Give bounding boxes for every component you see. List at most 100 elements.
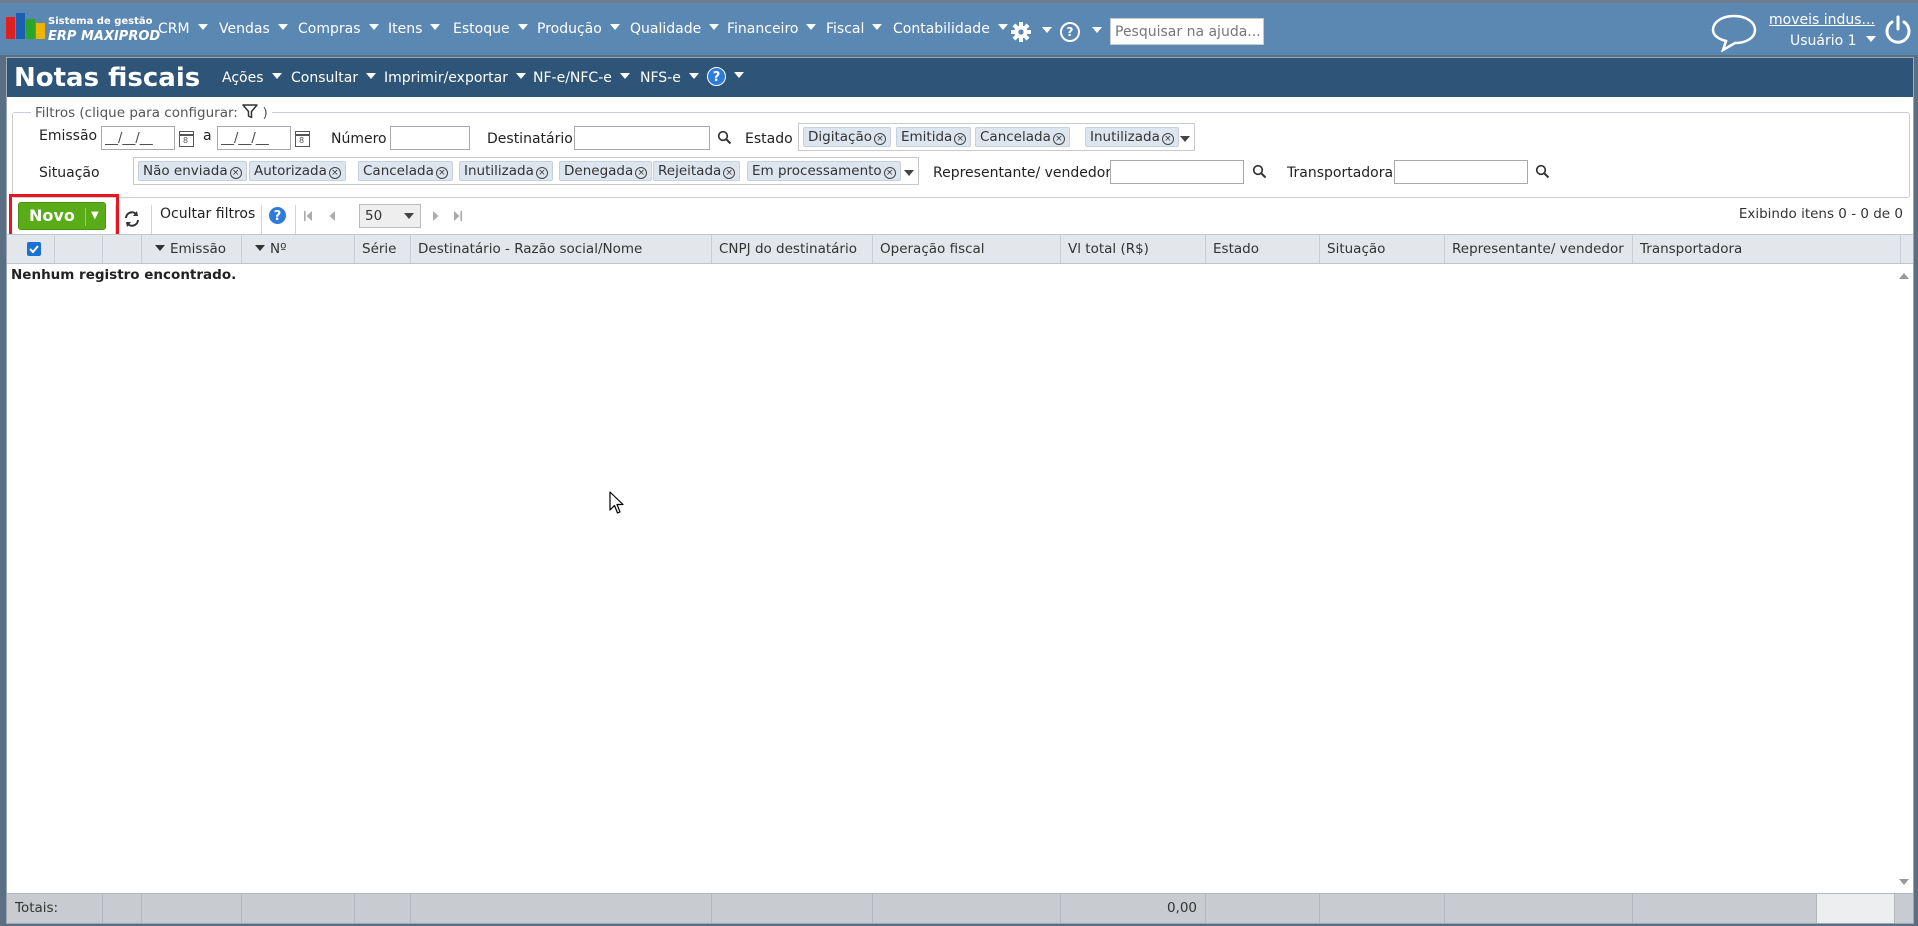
situacao-multiselect[interactable]: Não enviada × Autorizada × Cancelada × Inut… [133, 157, 919, 185]
scroll-down-icon[interactable] [1899, 879, 1909, 885]
calendar-icon[interactable]: 8 [179, 131, 194, 147]
nav-menu-itens[interactable]: Itens [388, 21, 441, 37]
remove-tag-icon[interactable]: × [874, 133, 886, 145]
menu-nfse[interactable]: NFS-e [640, 70, 699, 86]
column-header[interactable] [103, 235, 142, 263]
settings-menu[interactable] [1010, 21, 1032, 43]
remove-tag-icon[interactable]: × [328, 167, 341, 179]
remove-tag-icon[interactable]: × [1161, 133, 1174, 145]
remove-tag-icon[interactable]: × [954, 133, 967, 145]
situacao-tag[interactable]: Não enviada × [138, 161, 247, 181]
situacao-tag[interactable]: Cancelada × [358, 161, 453, 181]
column-header-emissao[interactable]: Emissão [142, 235, 242, 263]
transportadora-input[interactable] [1394, 160, 1528, 184]
chevron-down-icon[interactable] [904, 170, 914, 176]
date-range-separator: a [203, 128, 212, 144]
estado-multiselect[interactable]: Digitação × Emitida × Cancelada × Inutiliza… [798, 123, 1195, 151]
emissao-from-input[interactable] [101, 126, 175, 150]
numero-label: Número [331, 131, 387, 147]
hide-filters-button[interactable]: Ocultar filtros [160, 206, 255, 222]
situacao-tag[interactable]: Rejeitada × [653, 161, 741, 181]
user-menu[interactable]: Usuário 1 [1790, 33, 1876, 49]
triangle-down-icon[interactable]: ▼ [91, 203, 99, 229]
nav-menu-contabilidade[interactable]: Contabilidade [893, 21, 1008, 37]
remove-tag-icon[interactable]: × [435, 167, 448, 179]
search-icon[interactable] [1252, 164, 1267, 179]
chat-bubble-icon[interactable] [1710, 12, 1758, 52]
select-all-checkbox[interactable] [27, 242, 41, 256]
column-header-cnpj[interactable]: CNPJ do destinatário [712, 235, 873, 263]
funnel-icon[interactable] [242, 104, 258, 119]
next-page-icon[interactable] [432, 210, 440, 222]
previous-page-icon[interactable] [328, 210, 336, 222]
filters-legend[interactable]: Filtros (clique para configurar: ) [31, 104, 272, 121]
remove-tag-icon[interactable]: × [883, 167, 896, 179]
column-header-valor-total[interactable]: Vl total (R$) [1061, 235, 1206, 263]
power-icon[interactable] [1884, 15, 1912, 45]
remove-tag-icon[interactable]: × [635, 167, 648, 179]
estado-tag[interactable]: Digitação × [803, 127, 891, 147]
refresh-icon[interactable] [122, 209, 142, 229]
representante-input[interactable] [1110, 160, 1244, 184]
page-help-menu[interactable]: ? [707, 67, 744, 86]
search-icon[interactable] [717, 130, 732, 145]
scroll-up-icon[interactable] [1899, 273, 1909, 279]
estado-tag[interactable]: Cancelada × [975, 127, 1070, 147]
menu-imprimir-exportar[interactable]: Imprimir/exportar [384, 70, 526, 86]
menu-nfe-nfce[interactable]: NF-e/NFC-e [533, 70, 630, 86]
nav-menu-financeiro[interactable]: Financeiro [727, 21, 817, 37]
column-header-numero[interactable]: Nº [242, 235, 355, 263]
remove-tag-icon[interactable]: × [1052, 133, 1065, 145]
destinatario-input[interactable] [574, 126, 710, 150]
search-icon[interactable] [1535, 164, 1550, 179]
menu-consultar[interactable]: Consultar [291, 70, 377, 86]
nav-menu-compras[interactable]: Compras [298, 21, 379, 37]
situacao-tag[interactable]: Denegada × [559, 161, 653, 181]
chevron-down-icon [515, 73, 526, 79]
chevron-down-icon[interactable] [1180, 136, 1190, 142]
last-page-icon[interactable] [453, 210, 463, 222]
menu-acoes[interactable]: Ações [222, 70, 282, 86]
help-search-input[interactable] [1110, 18, 1264, 45]
vertical-scrollbar[interactable] [1895, 265, 1913, 893]
chevron-down-icon [1865, 36, 1876, 42]
chevron-down-icon[interactable] [1092, 27, 1102, 33]
nav-menu-fiscal[interactable]: Fiscal [826, 21, 883, 37]
chevron-down-icon[interactable] [1042, 27, 1052, 33]
calendar-icon[interactable]: 8 [295, 131, 310, 147]
remove-tag-icon[interactable]: × [535, 167, 548, 179]
nav-menu-vendas[interactable]: Vendas [219, 21, 288, 37]
help-icon[interactable]: ? [268, 206, 287, 225]
emissao-to-input[interactable] [217, 126, 291, 150]
nav-menu-estoque[interactable]: Estoque [453, 21, 528, 37]
nav-menu-crm[interactable]: CRM [158, 21, 208, 37]
column-header-representante[interactable]: Representante/ vendedor [1445, 235, 1633, 263]
company-link[interactable]: moveis indus... [1769, 12, 1875, 28]
column-header-serie[interactable]: Série [355, 235, 411, 263]
help-menu-icon[interactable]: ? [1060, 22, 1080, 42]
estado-tag[interactable]: Inutilizada × [1085, 127, 1179, 147]
numero-input[interactable] [390, 126, 470, 150]
remove-tag-icon[interactable]: × [723, 167, 736, 179]
totals-cell [873, 894, 1061, 923]
top-navigation-bar: Sistema de gestão ERP MAXIPROD CRM Venda… [0, 0, 1918, 55]
remove-tag-icon[interactable]: × [229, 167, 242, 179]
column-header-transportadora[interactable]: Transportadora [1633, 235, 1901, 263]
column-header-operacao-fiscal[interactable]: Operação fiscal [873, 235, 1061, 263]
column-header-situacao[interactable]: Situação [1320, 235, 1445, 263]
situacao-tag[interactable]: Inutilizada × [459, 161, 553, 181]
column-header-destinatario[interactable]: Destinatário - Razão social/Nome [411, 235, 712, 263]
erp-logo[interactable]: Sistema de gestão ERP MAXIPROD [6, 13, 160, 49]
situacao-tag[interactable]: Em processamento × [747, 161, 901, 181]
estado-tag[interactable]: Emitida × [896, 127, 972, 147]
toolbar-divider [295, 205, 296, 235]
nav-menu-qualidade[interactable]: Qualidade [630, 21, 720, 37]
novo-button[interactable]: Novo ▼ [18, 202, 106, 230]
select-column-header[interactable] [7, 235, 55, 263]
page-size-select[interactable]: 50 [359, 204, 421, 228]
nav-menu-producao[interactable]: Produção [537, 21, 620, 37]
column-header[interactable] [55, 235, 103, 263]
situacao-tag[interactable]: Autorizada × [249, 161, 346, 181]
column-header-estado[interactable]: Estado [1206, 235, 1320, 263]
first-page-icon[interactable] [303, 210, 313, 222]
